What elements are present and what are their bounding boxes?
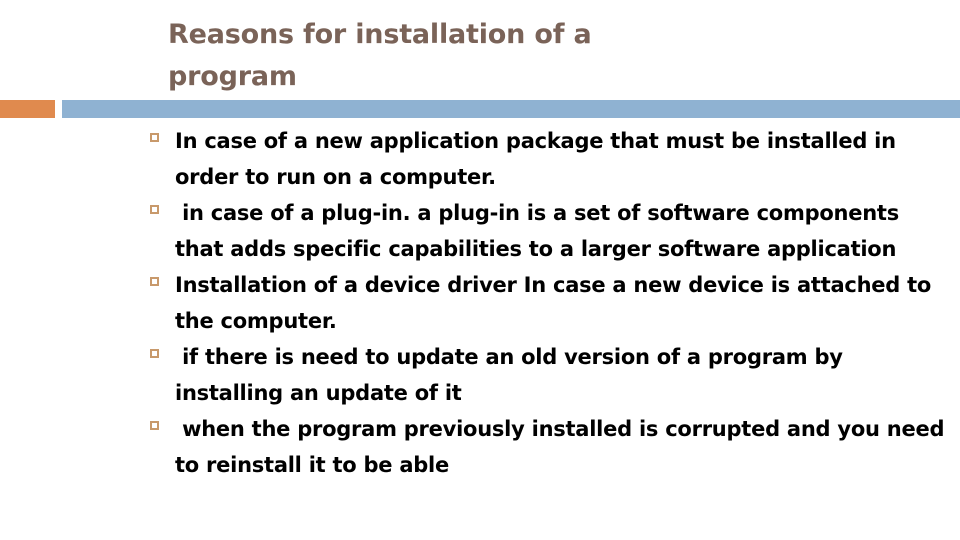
hollow-square-bullet-icon <box>150 133 159 142</box>
hollow-square-bullet-icon <box>150 205 159 214</box>
list-item: In case of a new application package tha… <box>0 124 960 195</box>
list-item-text: In case of a new application package tha… <box>175 129 903 189</box>
hollow-square-bullet-icon <box>150 349 159 358</box>
list-item: if there is need to update an old versio… <box>0 340 960 411</box>
page-title: Reasons for installation of a program <box>168 19 592 92</box>
list-item-text: when the program previously installed is… <box>175 417 952 477</box>
list-item: Installation of a device driver In case … <box>0 268 960 339</box>
list-item: when the program previously installed is… <box>0 412 960 483</box>
hollow-square-bullet-icon <box>150 277 159 286</box>
bullet-list: In case of a new application package tha… <box>0 124 960 484</box>
accent-bar-orange <box>0 100 55 118</box>
list-item-text: Installation of a device driver In case … <box>175 273 939 333</box>
list-item-text: in case of a plug-in. a plug-in is a set… <box>175 201 907 261</box>
list-item-text: if there is need to update an old versio… <box>175 345 850 405</box>
hollow-square-bullet-icon <box>150 421 159 430</box>
presentation-slide: Reasons for installation of a program In… <box>0 0 960 540</box>
list-item: in case of a plug-in. a plug-in is a set… <box>0 196 960 267</box>
accent-bar-blue <box>62 100 960 118</box>
title-block: Reasons for installation of a program <box>168 14 728 98</box>
